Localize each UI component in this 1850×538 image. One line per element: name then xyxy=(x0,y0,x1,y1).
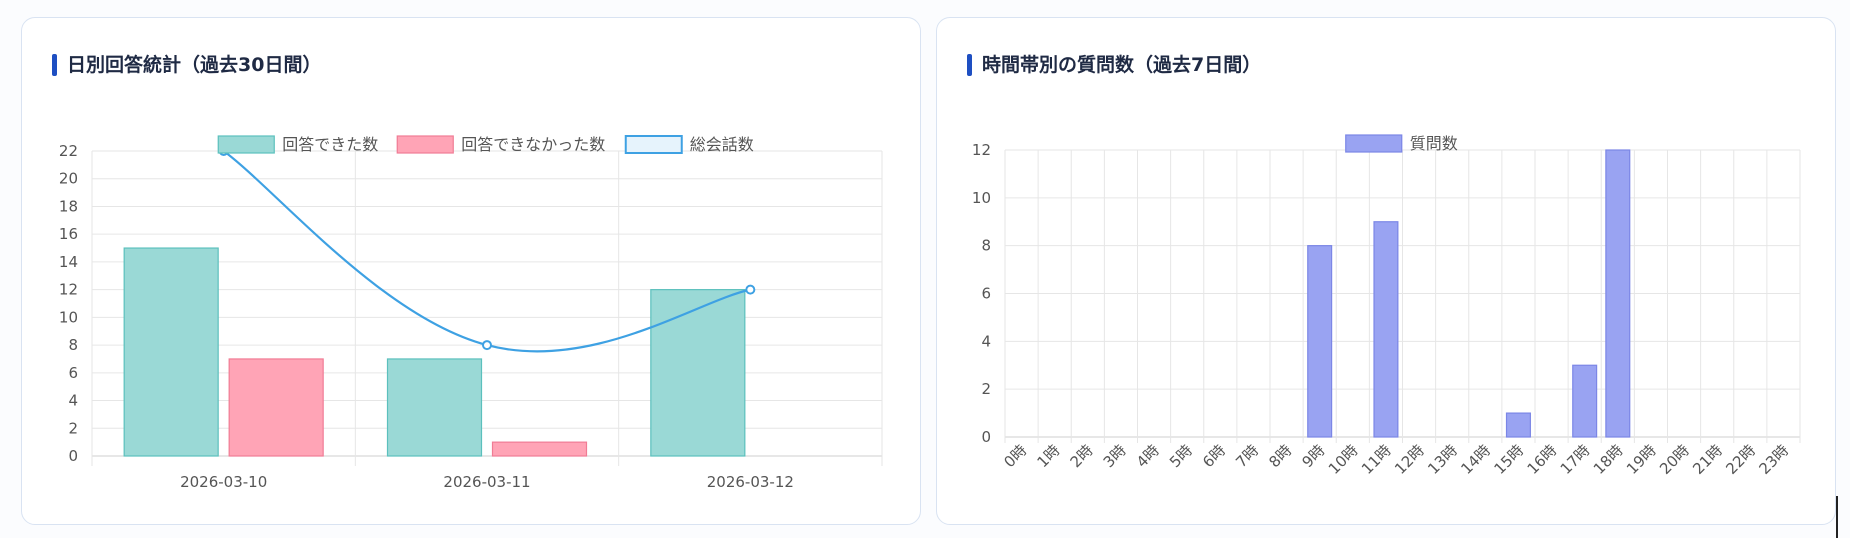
y-tick-label: 6 xyxy=(68,364,78,382)
y-tick-label: 0 xyxy=(981,428,991,446)
y-tick-label: 16 xyxy=(59,225,78,243)
bar-question-count xyxy=(1505,412,1531,438)
x-tick-label: 6時 xyxy=(1199,441,1229,471)
bar-question-count xyxy=(1307,245,1333,438)
x-tick-label: 9時 xyxy=(1298,441,1328,471)
line-point xyxy=(745,284,756,295)
y-tick-label: 2 xyxy=(981,380,991,398)
hourly-questions-card: 時間帯別の質問数（過去7日間） 0 2 4 6 8 10 12 0時 1時 2時 3時 4時 5時 6時 7… xyxy=(936,17,1836,525)
x-tick-label: 21時 xyxy=(1689,441,1726,478)
x-tick-label: 1時 xyxy=(1033,441,1063,471)
y-tick-label: 10 xyxy=(972,189,991,207)
y-tick-label: 14 xyxy=(59,253,78,271)
y-tick-label: 20 xyxy=(59,170,78,188)
y-tick-label: 12 xyxy=(972,141,991,159)
x-tick-label: 3時 xyxy=(1100,441,1130,471)
y-tick-label: 6 xyxy=(981,285,991,303)
x-tick-label: 7時 xyxy=(1232,441,1262,471)
y-tick-label: 22 xyxy=(59,142,78,160)
y-tick-label: 8 xyxy=(981,237,991,255)
y-tick-label: 18 xyxy=(59,197,78,215)
legend-swatch xyxy=(624,135,683,154)
x-tick-label: 11時 xyxy=(1358,441,1395,478)
x-tick-label: 12時 xyxy=(1391,441,1428,478)
x-tick-label: 14時 xyxy=(1457,441,1494,478)
y-tick-label: 10 xyxy=(59,308,78,326)
daily-answer-stats-card: 日別回答統計（過去30日間） 0 2 4 6 8 10 12 14 16 18 20 22 2026-0… xyxy=(21,17,921,525)
legend-label: 回答できなかった数 xyxy=(461,135,605,154)
bar-question-count xyxy=(1605,149,1631,438)
legend-label: 回答できた数 xyxy=(282,135,378,154)
bar-question-count xyxy=(1572,364,1598,438)
legend-swatch xyxy=(217,135,275,154)
x-tick-label: 2026-03-10 xyxy=(180,473,267,491)
y-tick-label: 0 xyxy=(68,447,78,465)
x-tick-label: 8時 xyxy=(1265,441,1295,471)
x-tick-label: 5時 xyxy=(1166,441,1196,471)
y-tick-label: 12 xyxy=(59,281,78,299)
scroll-edge-indicator xyxy=(1836,496,1838,538)
bar-answered xyxy=(650,289,746,457)
x-tick-label: 20時 xyxy=(1656,441,1693,478)
daily-answer-chart: 0 2 4 6 8 10 12 14 16 18 20 22 2026-03-10 2026-03-11 2… xyxy=(59,135,883,491)
y-tick-label: 2 xyxy=(68,419,78,437)
x-tick-label: 19時 xyxy=(1623,441,1660,478)
bar-unanswered xyxy=(491,441,588,457)
y-tick-label: 4 xyxy=(981,332,991,350)
legend-label: 質問数 xyxy=(1410,134,1458,153)
x-tick-label: 2026-03-12 xyxy=(707,473,794,491)
x-tick-label: 2時 xyxy=(1067,441,1097,471)
bar-answered xyxy=(123,247,219,457)
x-tick-label: 0時 xyxy=(1000,441,1030,471)
legend-label: 総会話数 xyxy=(690,135,754,154)
x-tick-label: 10時 xyxy=(1325,441,1362,478)
x-tick-label: 16時 xyxy=(1524,441,1561,478)
y-tick-label: 8 xyxy=(68,336,78,354)
bar-unanswered xyxy=(228,358,324,457)
x-tick-label: 22時 xyxy=(1722,441,1759,478)
legend-swatch xyxy=(396,135,454,154)
y-tick-label: 4 xyxy=(68,392,78,410)
line-point xyxy=(482,340,492,351)
hourly-questions-chart: 0 2 4 6 8 10 12 0時 1時 2時 3時 4時 5時 6時 7時 8時 9時10時11時12時13… xyxy=(972,134,1801,478)
x-tick-label: 2026-03-11 xyxy=(443,473,530,491)
x-tick-label: 15時 xyxy=(1490,441,1527,478)
x-tick-label: 23時 xyxy=(1755,441,1792,478)
legend-swatch xyxy=(1345,134,1403,153)
bar-answered xyxy=(386,358,483,457)
x-tick-label: 4時 xyxy=(1133,441,1163,471)
x-tick-label: 13時 xyxy=(1424,441,1461,478)
bar-question-count xyxy=(1373,221,1399,438)
x-tick-label: 17時 xyxy=(1557,441,1594,478)
x-tick-label: 18時 xyxy=(1590,441,1627,478)
